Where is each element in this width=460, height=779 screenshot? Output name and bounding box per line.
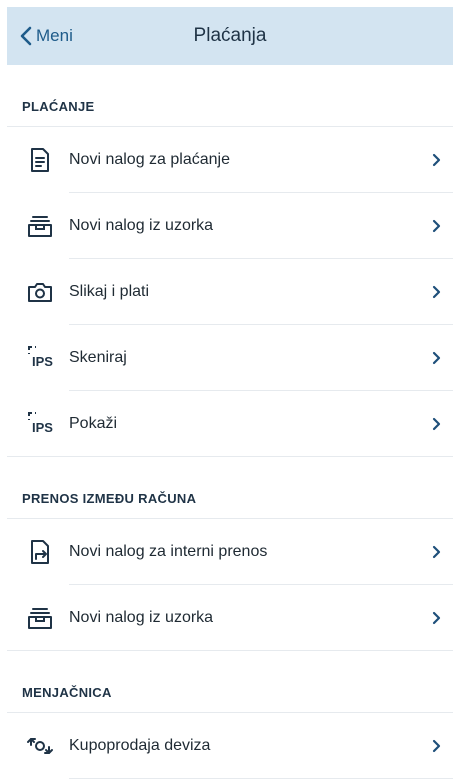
camera-icon bbox=[7, 259, 69, 325]
chevron-right-icon bbox=[419, 611, 453, 625]
internal-transfer-icon bbox=[7, 519, 69, 585]
ips-show-icon: IPS bbox=[7, 391, 69, 457]
menu-item-photo-and-pay[interactable]: Slikaj i plati bbox=[7, 259, 453, 325]
menu-item-label: Kupoprodaja deviza bbox=[69, 737, 211, 754]
menu-item-label: Novi nalog iz uzorka bbox=[69, 217, 214, 234]
menu-item-show[interactable]: IPS Pokaži bbox=[7, 391, 453, 457]
chevron-right-icon bbox=[419, 285, 453, 299]
document-icon bbox=[7, 127, 69, 193]
chevron-right-icon bbox=[419, 219, 453, 233]
menu-item-scan[interactable]: IPS Skeniraj bbox=[7, 325, 453, 391]
chevron-right-icon bbox=[419, 153, 453, 167]
chevron-right-icon bbox=[419, 545, 453, 559]
chevron-right-icon bbox=[419, 417, 453, 431]
chevron-right-icon bbox=[419, 739, 453, 753]
svg-text:IPS: IPS bbox=[32, 420, 53, 435]
tray-stack-icon bbox=[7, 585, 69, 651]
menu-item-new-order-from-template[interactable]: Novi nalog iz uzorka bbox=[7, 193, 453, 259]
menu-item-label: Novi nalog za interni prenos bbox=[69, 543, 268, 560]
ips-scan-icon: IPS bbox=[7, 325, 69, 391]
menu-item-label: Novi nalog iz uzorka bbox=[69, 609, 214, 626]
menu-item-label: Novi nalog za plaćanje bbox=[69, 151, 230, 168]
payments-menu: PLAĆANJE Novi nalog za plaćanje Novi nal… bbox=[7, 65, 453, 779]
chevron-left-icon bbox=[20, 26, 32, 46]
section-header-internal-transfer: PRENOS IZMEĐU RAČUNA bbox=[7, 457, 453, 519]
section-header-exchange: MENJAČNICA bbox=[7, 651, 453, 713]
menu-item-currency-exchange[interactable]: Kupoprodaja deviza bbox=[7, 713, 453, 779]
page-title: Plaćanja bbox=[193, 25, 267, 46]
section-header-placanje: PLAĆANJE bbox=[7, 65, 453, 127]
back-button-label: Meni bbox=[36, 26, 73, 45]
svg-text:IPS: IPS bbox=[32, 354, 53, 369]
menu-item-label: Slikaj i plati bbox=[69, 283, 150, 300]
menu-item-label: Pokaži bbox=[69, 415, 118, 432]
menu-item-new-payment-order[interactable]: Novi nalog za plaćanje bbox=[7, 127, 453, 193]
chevron-right-icon bbox=[419, 351, 453, 365]
tray-stack-icon bbox=[7, 193, 69, 259]
menu-item-new-transfer-from-template[interactable]: Novi nalog iz uzorka bbox=[7, 585, 453, 651]
back-button[interactable]: Meni bbox=[19, 7, 73, 65]
currency-exchange-icon bbox=[7, 713, 69, 779]
menu-item-new-internal-transfer[interactable]: Novi nalog za interni prenos bbox=[7, 519, 453, 585]
menu-item-label: Skeniraj bbox=[69, 349, 127, 366]
navigation-bar: Meni Plaćanja bbox=[7, 7, 453, 65]
